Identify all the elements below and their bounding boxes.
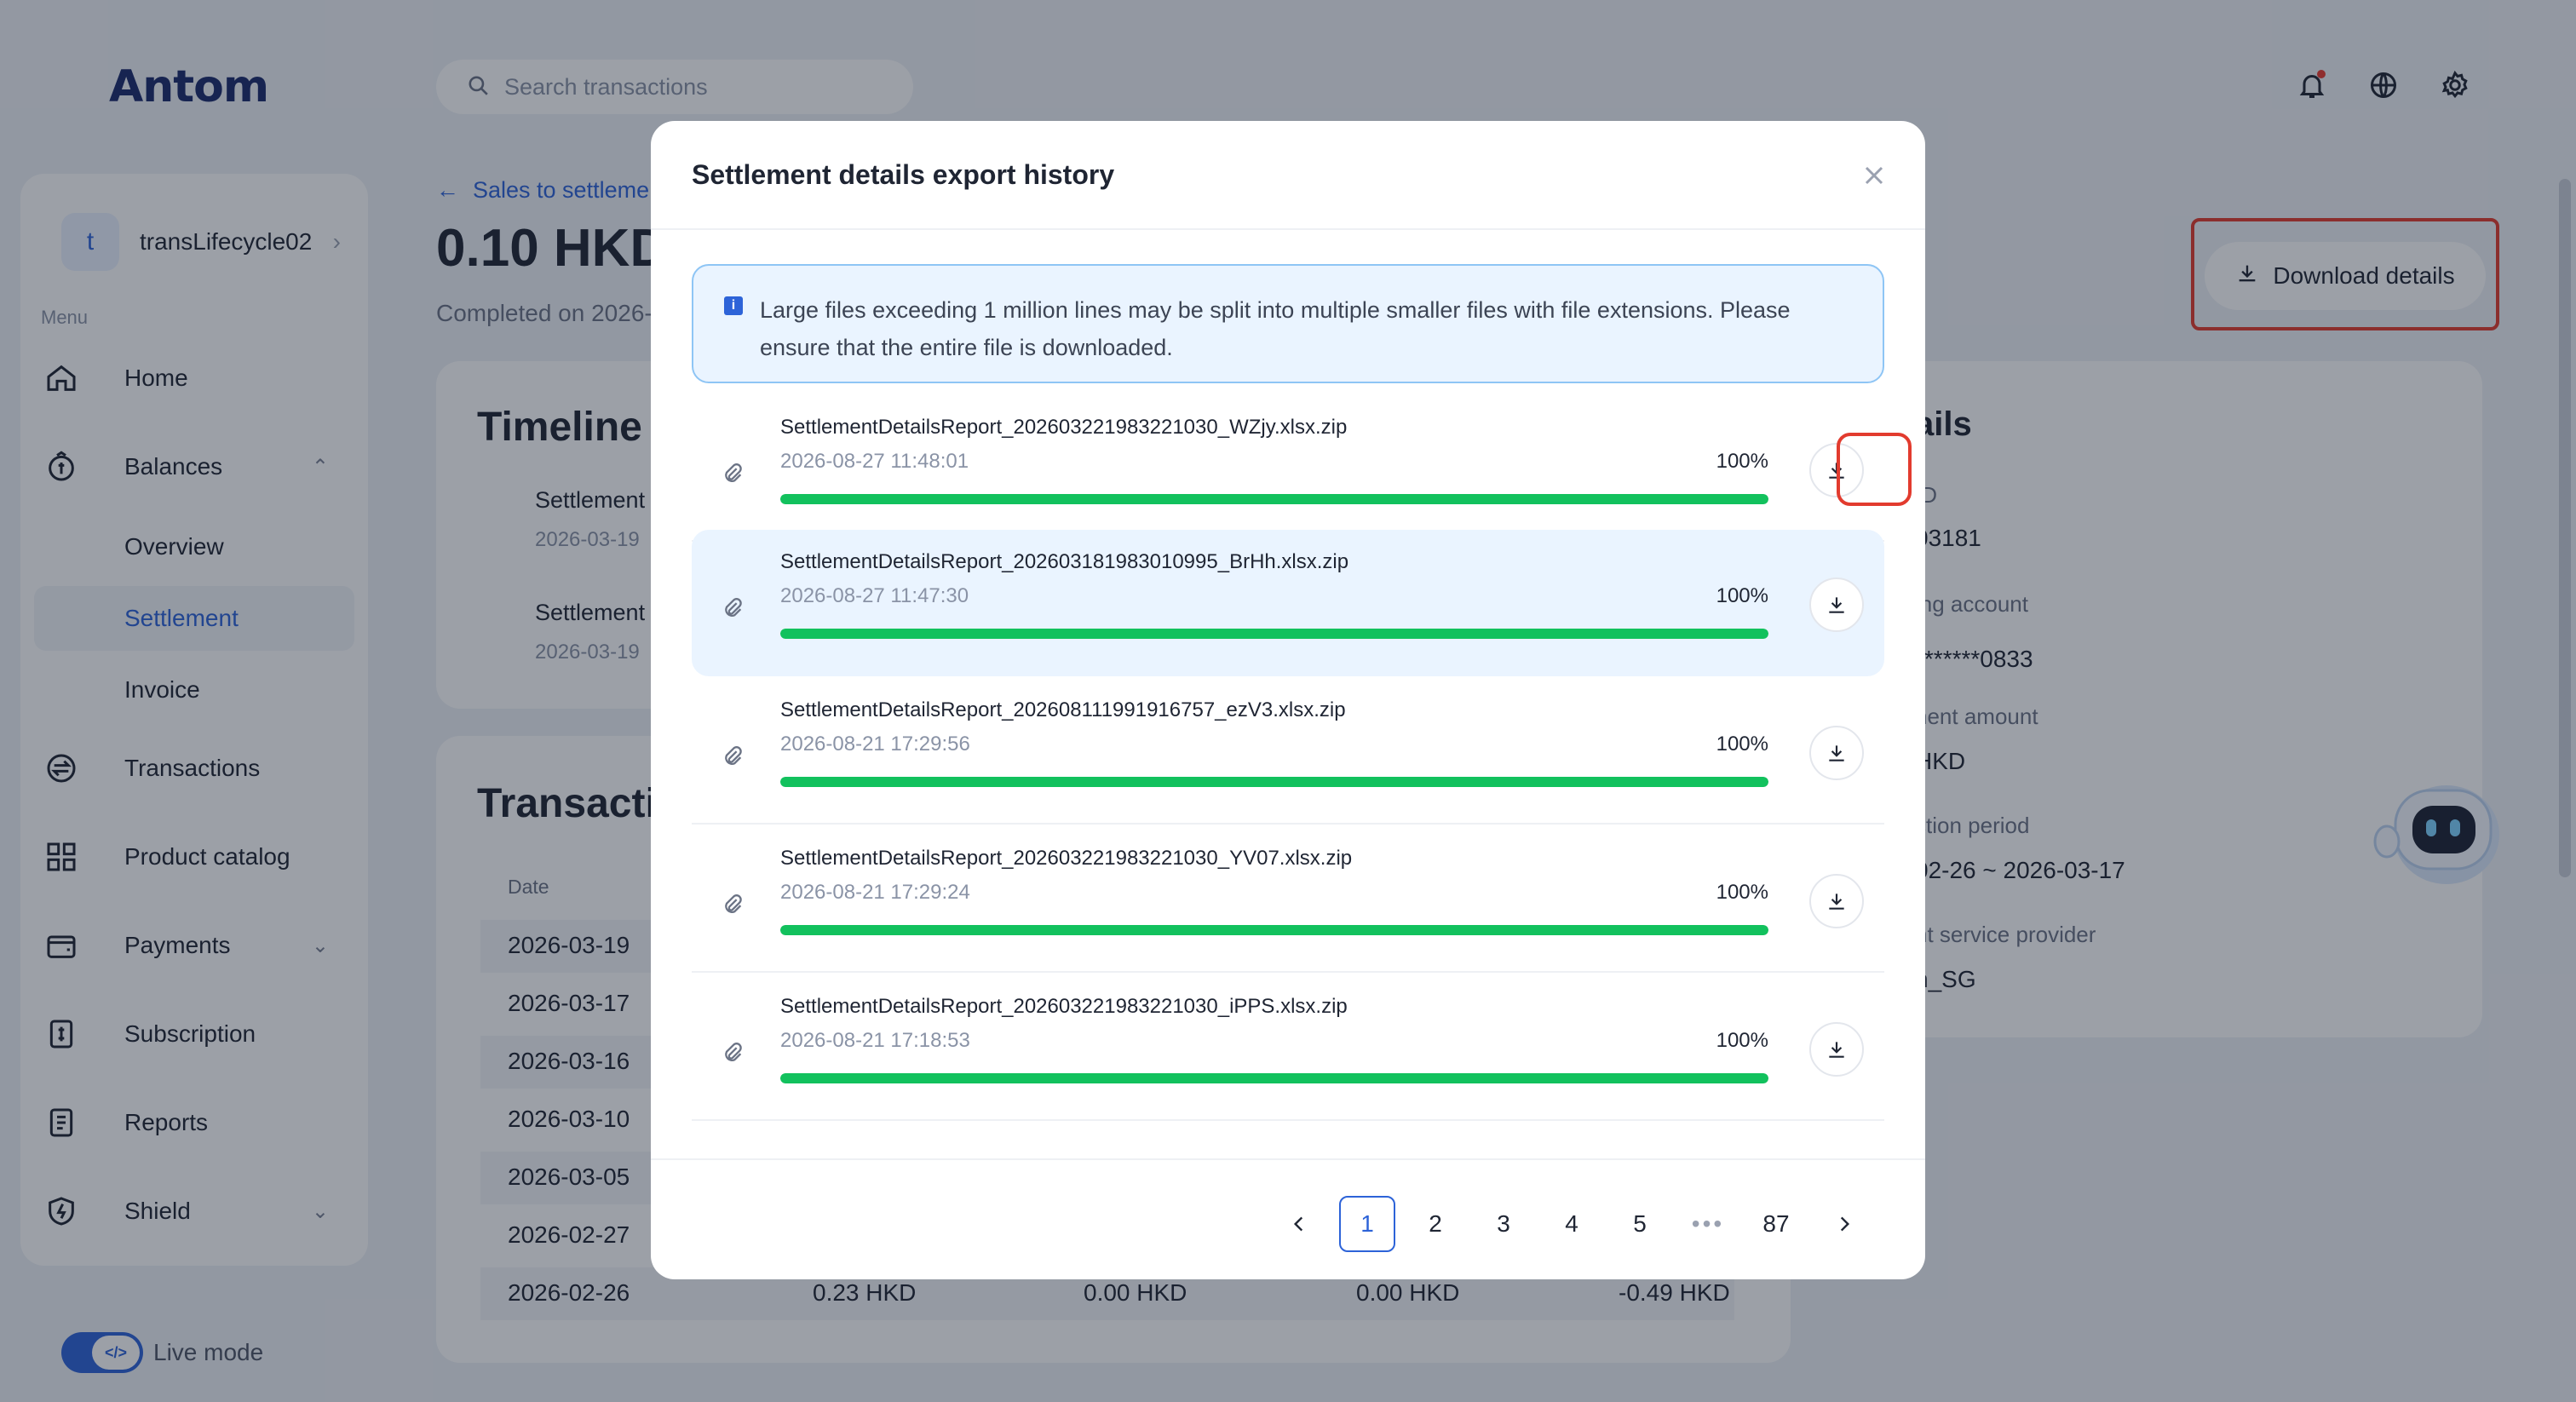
progress-bar	[780, 1073, 1768, 1083]
download-button[interactable]	[1809, 1022, 1864, 1077]
file-name: SettlementDetailsReport_2026032219832210…	[780, 995, 1348, 1018]
paperclip-icon	[721, 596, 745, 620]
paperclip-icon	[721, 893, 745, 916]
page-button[interactable]: 87	[1748, 1196, 1804, 1252]
download-button[interactable]	[1809, 726, 1864, 780]
file-date: 2026-08-21 17:29:56	[780, 733, 970, 756]
progress-fill	[780, 925, 1768, 935]
page-ellipsis[interactable]: •••	[1680, 1196, 1736, 1252]
page-button[interactable]: 1	[1339, 1196, 1395, 1252]
file-date: 2026-08-21 17:29:24	[780, 881, 970, 904]
file-progress-text: 100%	[1716, 881, 1768, 904]
paperclip-icon	[721, 462, 745, 486]
file-progress-text: 100%	[1716, 733, 1768, 756]
file-progress-text: 100%	[1716, 450, 1768, 473]
export-file-row: SettlementDetailsReport_2026081119919167…	[692, 678, 1884, 825]
pagination: 1 2 3 4 5 ••• 87	[1271, 1196, 1872, 1252]
paperclip-icon	[721, 744, 745, 768]
page-button[interactable]: 4	[1544, 1196, 1600, 1252]
progress-fill	[780, 629, 1768, 639]
file-name: SettlementDetailsReport_2026032219832210…	[780, 847, 1353, 870]
export-history-modal: Settlement details export history i Larg…	[651, 121, 1925, 1279]
page-button[interactable]: 3	[1475, 1196, 1532, 1252]
info-text-line1: Large files exceeding 1 million lines ma…	[760, 297, 1791, 323]
progress-bar	[780, 777, 1768, 787]
file-progress-text: 100%	[1716, 1029, 1768, 1052]
progress-bar	[780, 629, 1768, 639]
page-button[interactable]: 2	[1407, 1196, 1463, 1252]
info-alert: i Large files exceeding 1 million lines …	[692, 264, 1884, 383]
info-text-line2: ensure that the entire file is downloade…	[760, 335, 1173, 360]
modal-title: Settlement details export history	[692, 158, 1115, 190]
export-file-row: SettlementDetailsReport_2026032219832210…	[692, 974, 1884, 1121]
highlight-frame	[1837, 433, 1912, 506]
paperclip-icon	[721, 1041, 745, 1065]
modal-footer: 1 2 3 4 5 ••• 87	[651, 1158, 1925, 1279]
file-date: 2026-08-21 17:18:53	[780, 1029, 970, 1052]
file-progress-text: 100%	[1716, 584, 1768, 607]
file-date: 2026-08-27 11:47:30	[780, 584, 969, 607]
file-date: 2026-08-27 11:48:01	[780, 450, 969, 473]
progress-fill	[780, 1073, 1768, 1083]
download-button[interactable]	[1809, 874, 1864, 928]
export-file-row: SettlementDetailsReport_2026031819830109…	[692, 530, 1884, 676]
next-page-button[interactable]	[1816, 1196, 1872, 1252]
page-button[interactable]: 5	[1612, 1196, 1668, 1252]
file-name: SettlementDetailsReport_2026032219832210…	[780, 416, 1348, 439]
file-name: SettlementDetailsReport_2026031819830109…	[780, 550, 1349, 573]
progress-fill	[780, 777, 1768, 787]
prev-page-button[interactable]	[1271, 1196, 1327, 1252]
progress-bar	[780, 494, 1768, 504]
progress-bar	[780, 925, 1768, 935]
download-button[interactable]	[1809, 577, 1864, 632]
close-icon[interactable]	[1859, 160, 1889, 191]
progress-fill	[780, 494, 1768, 504]
export-file-row: SettlementDetailsReport_2026032219832210…	[692, 826, 1884, 973]
export-file-row: SettlementDetailsReport_2026032219832210…	[692, 395, 1912, 542]
info-icon: i	[724, 296, 743, 315]
modal-header: Settlement details export history	[651, 121, 1925, 230]
file-name: SettlementDetailsReport_2026081119919167…	[780, 698, 1346, 721]
